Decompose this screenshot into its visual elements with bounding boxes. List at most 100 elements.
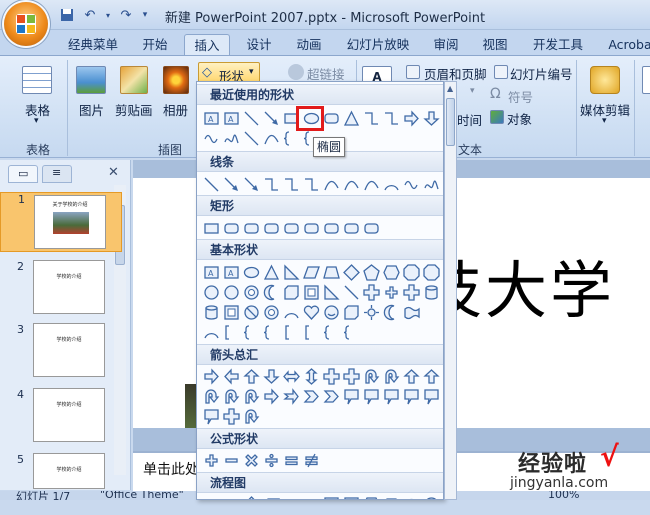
datetime-button[interactable]: 时间 — [457, 110, 482, 129]
callout-shape-icon[interactable] — [361, 386, 381, 406]
brace-shape-icon[interactable] — [241, 322, 261, 342]
callout-shape-icon[interactable] — [401, 386, 421, 406]
elbow-shape-icon[interactable] — [281, 174, 301, 194]
callout-shape-icon[interactable] — [201, 406, 221, 426]
flowdoc-shape-icon[interactable] — [341, 494, 361, 499]
rtri-shape-icon[interactable] — [321, 282, 341, 302]
arUD-shape-icon[interactable] — [301, 366, 321, 386]
tab-home[interactable]: 开始 — [135, 34, 175, 56]
circ-shape-icon[interactable] — [421, 494, 441, 499]
outline-tab[interactable]: ≡ — [42, 165, 72, 183]
tab-review[interactable]: 审阅 — [425, 34, 467, 56]
scrib-shape-icon[interactable] — [421, 174, 441, 194]
trap-shape-icon[interactable] — [381, 494, 401, 499]
tab-animation[interactable]: 动画 — [288, 34, 330, 56]
curve-shape-icon[interactable] — [361, 174, 381, 194]
times-shape-icon[interactable] — [241, 450, 261, 470]
album-button[interactable]: 相册 — [163, 100, 188, 119]
circ-shape-icon[interactable] — [201, 282, 221, 302]
elbow-shape-icon[interactable] — [361, 108, 381, 128]
cross-shape-icon[interactable] — [361, 282, 381, 302]
arU-shape-icon[interactable] — [421, 366, 441, 386]
tab-acrobat[interactable]: Acroba — [600, 34, 650, 56]
bracket-shape-icon[interactable] — [221, 322, 241, 342]
can-shape-icon[interactable] — [201, 302, 221, 322]
uturn-shape-icon[interactable] — [381, 366, 401, 386]
bracket-shape-icon[interactable] — [301, 322, 321, 342]
bracket-shape-icon[interactable] — [281, 322, 301, 342]
txt-shape-icon[interactable]: A — [201, 262, 221, 282]
callout-shape-icon[interactable] — [421, 386, 441, 406]
arU-shape-icon[interactable] — [401, 366, 421, 386]
uturn-shape-icon[interactable] — [221, 386, 241, 406]
equal-shape-icon[interactable] — [281, 450, 301, 470]
media-dropdown-icon[interactable]: ▾ — [602, 116, 607, 126]
arD-shape-icon[interactable] — [421, 108, 441, 128]
rrect-shape-icon[interactable] — [321, 108, 341, 128]
arLR-shape-icon[interactable] — [281, 366, 301, 386]
slide-thumb-2[interactable]: 2 学校的介绍 — [0, 260, 122, 322]
gallery-scrollbar[interactable]: ▲ — [444, 81, 457, 500]
rect-shape-icon[interactable] — [201, 494, 221, 499]
circ-shape-icon[interactable] — [221, 282, 241, 302]
donut-shape-icon[interactable] — [241, 282, 261, 302]
donut-shape-icon[interactable] — [261, 302, 281, 322]
arrowline-shape-icon[interactable] — [221, 174, 241, 194]
sun-shape-icon[interactable] — [361, 302, 381, 322]
scrib-shape-icon[interactable] — [221, 128, 241, 148]
arR-shape-icon[interactable] — [401, 108, 421, 128]
diam-shape-icon[interactable] — [241, 494, 261, 499]
elbow-shape-icon[interactable] — [261, 174, 281, 194]
line-shape-icon[interactable] — [241, 128, 261, 148]
office-button[interactable] — [4, 2, 48, 46]
arc-shape-icon[interactable] — [381, 174, 401, 194]
uturn-shape-icon[interactable] — [201, 386, 221, 406]
tab-slideshow[interactable]: 幻灯片放映 — [340, 34, 416, 56]
oval-shape-icon[interactable] — [401, 494, 421, 499]
slide-number-button[interactable]: 幻灯片编号 — [510, 64, 573, 83]
para-shape-icon[interactable] — [261, 494, 281, 499]
clipart-button[interactable]: 剪贴画 — [115, 100, 153, 119]
callout-shape-icon[interactable] — [381, 386, 401, 406]
brace-shape-icon[interactable] — [281, 128, 301, 148]
minus-shape-icon[interactable] — [221, 450, 241, 470]
slide-thumb-5[interactable]: 5 学校的介绍 — [0, 453, 122, 515]
object-button[interactable]: 对象 — [507, 109, 532, 128]
hex-shape-icon[interactable] — [361, 494, 381, 499]
plus-shape-icon[interactable] — [381, 282, 401, 302]
brace-shape-icon[interactable] — [341, 322, 361, 342]
nosign-shape-icon[interactable] — [241, 302, 261, 322]
slide-thumb-1[interactable]: 1 关于学校的介绍 — [0, 192, 122, 252]
tri-shape-icon[interactable] — [261, 262, 281, 282]
uturn-shape-icon[interactable] — [241, 386, 261, 406]
pent-shape-icon[interactable] — [361, 262, 381, 282]
oval-shape-icon[interactable] — [241, 262, 261, 282]
close-pane-icon[interactable]: ✕ — [108, 165, 119, 180]
rrect-shape-icon[interactable] — [301, 218, 321, 238]
rect-shape-icon[interactable] — [281, 494, 301, 499]
divide-shape-icon[interactable] — [261, 450, 281, 470]
moon-shape-icon[interactable] — [261, 282, 281, 302]
curve-shape-icon[interactable] — [261, 128, 281, 148]
arc-shape-icon[interactable] — [201, 322, 221, 342]
curve-shape-icon[interactable] — [341, 174, 361, 194]
rect-shape-icon[interactable] — [201, 218, 221, 238]
rrect-shape-icon[interactable] — [341, 218, 361, 238]
diam-shape-icon[interactable] — [341, 262, 361, 282]
txt-shape-icon[interactable]: A — [221, 262, 241, 282]
cross-shape-icon[interactable] — [401, 282, 421, 302]
brace-shape-icon[interactable] — [261, 322, 281, 342]
scroll-up-icon[interactable]: ▲ — [447, 84, 453, 93]
rrect-shape-icon[interactable] — [281, 218, 301, 238]
gallery-scroll-thumb[interactable] — [446, 98, 455, 146]
tab-view[interactable]: 视图 — [474, 34, 516, 56]
slide-thumb-4[interactable]: 4 学校的介绍 — [0, 388, 122, 450]
symbol-button[interactable]: 符号 — [508, 87, 533, 106]
arU-shape-icon[interactable] — [241, 366, 261, 386]
notch-shape-icon[interactable] — [281, 386, 301, 406]
chev-shape-icon[interactable] — [321, 386, 341, 406]
rrect-shape-icon[interactable] — [221, 218, 241, 238]
frame-shape-icon[interactable] — [221, 302, 241, 322]
heart-shape-icon[interactable] — [301, 302, 321, 322]
slide-thumb-3[interactable]: 3 学校的介绍 — [0, 323, 122, 385]
